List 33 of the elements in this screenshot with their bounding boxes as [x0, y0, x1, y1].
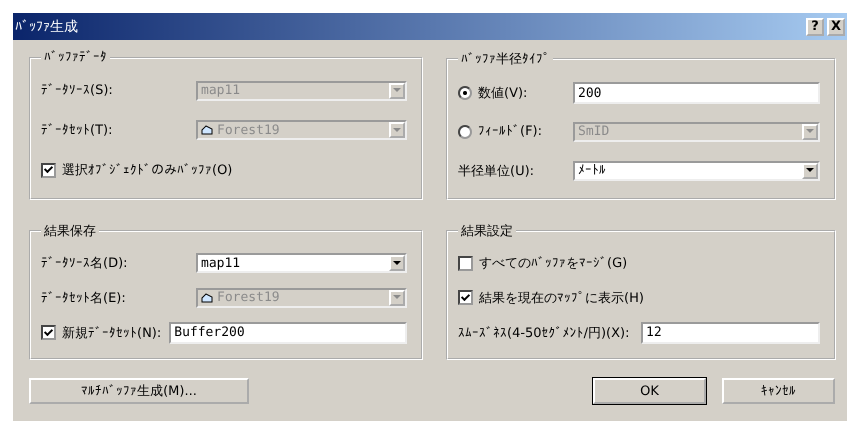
group-title: 結果保存: [43, 223, 97, 240]
field-label: ﾃﾞｰﾀｿｰｽ(S):: [41, 83, 113, 98]
close-button[interactable]: X: [827, 18, 845, 36]
window-title: ﾊﾞｯﾌｧ生成: [15, 18, 78, 36]
cancel-button[interactable]: ｷｬﾝｾﾙ: [722, 378, 835, 404]
dropdown[interactable]: ﾒｰﾄﾙ: [573, 160, 820, 181]
group-title: ﾊﾞｯﾌｧ半径ﾀｲﾌﾟ: [460, 51, 551, 68]
help-button[interactable]: ?: [806, 18, 824, 36]
field-label: 新規ﾃﾞｰﾀｾｯﾄ(N):: [62, 324, 162, 342]
field-label: ﾌｨｰﾙﾄﾞ(F):: [478, 124, 542, 140]
dropdown[interactable]: map11: [196, 253, 407, 274]
text-field[interactable]: 200: [573, 82, 820, 104]
field-label: ﾃﾞｰﾀｾｯﾄ名(E):: [41, 290, 126, 307]
checkbox[interactable]: [458, 290, 473, 306]
field-label: 選択ｵﾌﾞｼﾞｪｸﾄﾞのみﾊﾞｯﾌｧ(O): [62, 162, 232, 180]
field-label: ｽﾑｰｽﾞﾈｽ(4-50ｾｸﾞﾒﾝﾄ/円)(X):: [458, 324, 630, 342]
group-title: ﾊﾞｯﾌｧﾃﾞｰﾀ: [43, 50, 108, 65]
field-label: 結果を現在のﾏｯﾌﾟに表示(H): [479, 290, 644, 307]
text-field[interactable]: 12: [641, 322, 820, 344]
checkbox[interactable]: [41, 325, 56, 340]
text-field[interactable]: Buffer200: [169, 322, 407, 344]
group-title: 結果設定: [460, 223, 514, 240]
checkbox[interactable]: [458, 256, 473, 271]
checkbox[interactable]: [41, 162, 56, 178]
field-label: 数値(V):: [478, 85, 528, 102]
field-label: すべてのﾊﾞｯﾌｧをﾏｰｼﾞ(G): [479, 255, 628, 272]
field-label: 半径単位(U):: [458, 162, 534, 180]
ok-button[interactable]: OK: [593, 378, 706, 404]
field-label: ﾃﾞｰﾀｿｰｽ名(D):: [41, 255, 128, 272]
radio-button[interactable]: [458, 124, 472, 139]
radio-button[interactable]: [458, 86, 472, 100]
field-label: ﾃﾞｰﾀｾｯﾄ(T):: [41, 122, 112, 138]
multi-buffer-button[interactable]: ﾏﾙﾁﾊﾞｯﾌｧ生成(M)...: [29, 378, 249, 404]
